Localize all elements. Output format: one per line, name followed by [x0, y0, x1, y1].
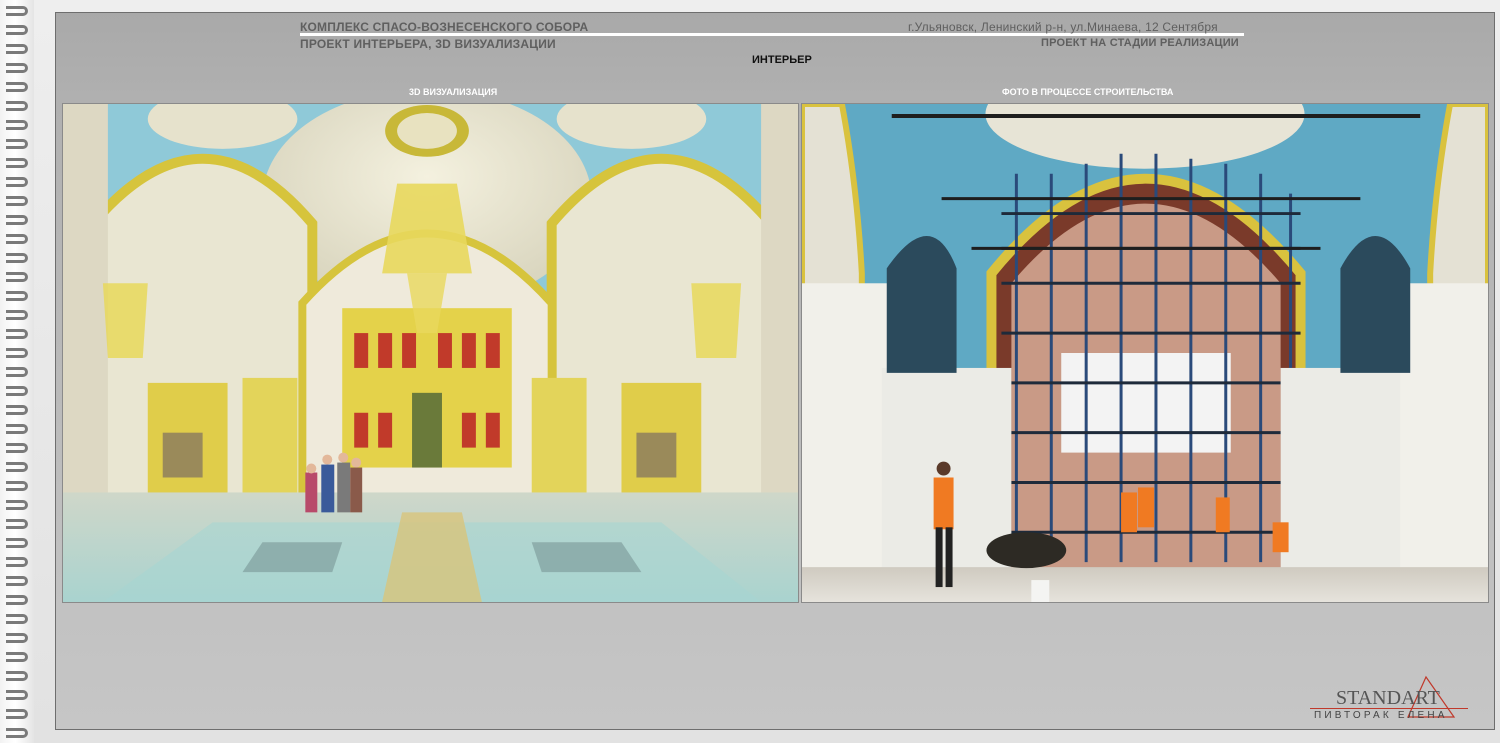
binding-ring: [6, 652, 28, 662]
binding-ring: [6, 63, 28, 73]
binding-ring: [6, 158, 28, 168]
binding-ring: [6, 272, 28, 282]
binding-ring: [6, 291, 28, 301]
binding-ring: [6, 405, 28, 415]
studio-logo: STANDART ПИВТОРАК ЕЛЕНА: [1310, 673, 1470, 725]
project-status: ПРОЕКТ НА СТАДИИ РЕАЛИЗАЦИИ: [1041, 37, 1239, 49]
binding-ring: [6, 234, 28, 244]
binding-ring: [6, 538, 28, 548]
section-title: ИНТЕРЬЕР: [752, 54, 812, 66]
binding-ring: [6, 481, 28, 491]
binding-ring: [6, 519, 28, 529]
binding-ring: [6, 215, 28, 225]
panel-caption-photo: ФОТО В ПРОЦЕССЕ СТРОИТЕЛЬСТВА: [1002, 87, 1174, 97]
binding-ring: [6, 557, 28, 567]
binding-ring: [6, 424, 28, 434]
binding-ring: [6, 177, 28, 187]
project-location: г.Ульяновск, Ленинский р-н, ул.Минаева, …: [908, 20, 1218, 34]
binding-ring: [6, 576, 28, 586]
binding-ring: [6, 671, 28, 681]
binding-ring: [6, 633, 28, 643]
panel-caption-render: 3D ВИЗУАЛИЗАЦИЯ: [409, 87, 498, 97]
binding-ring: [6, 595, 28, 605]
binding-ring: [6, 690, 28, 700]
logo-underline: [1310, 708, 1468, 709]
binding-ring: [6, 120, 28, 130]
binding-ring: [6, 6, 28, 16]
binding-ring: [6, 253, 28, 263]
binding-ring: [6, 329, 28, 339]
binding-ring: [6, 196, 28, 206]
binding-ring: [6, 614, 28, 624]
binding-ring: [6, 44, 28, 54]
binding-ring: [6, 310, 28, 320]
construction-photo-image: [801, 103, 1489, 603]
binding-ring: [6, 462, 28, 472]
binding-ring: [6, 82, 28, 92]
binding-ring: [6, 500, 28, 510]
binding-ring: [6, 728, 28, 738]
binding-ring: [6, 348, 28, 358]
logo-brand: STANDART: [1336, 687, 1440, 709]
binding-ring: [6, 139, 28, 149]
binding-ring: [6, 25, 28, 35]
project-title: КОМПЛЕКС СПАСО-ВОЗНЕСЕНСКОГО СОБОРА: [300, 20, 589, 34]
binding-ring: [6, 386, 28, 396]
cathedral-render-image: [62, 103, 799, 603]
binding-ring: [6, 101, 28, 111]
logo-author: ПИВТОРАК ЕЛЕНА: [1314, 710, 1448, 721]
binding-ring: [6, 443, 28, 453]
binding-ring: [6, 709, 28, 719]
binding-ring: [6, 367, 28, 377]
project-subtitle: ПРОЕКТ ИНТЕРЬЕРА, 3D ВИЗУАЛИЗАЦИИ: [300, 37, 556, 51]
